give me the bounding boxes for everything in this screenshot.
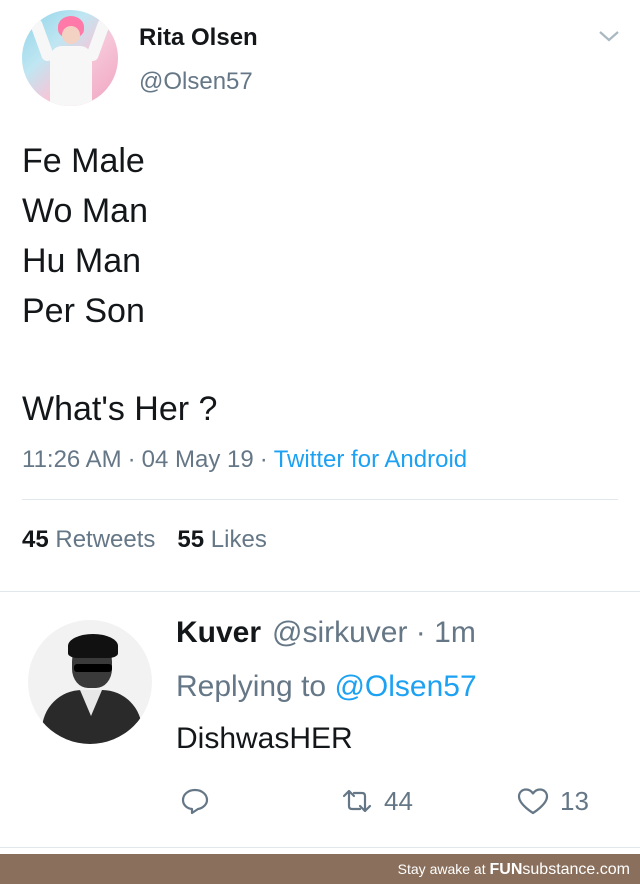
chevron-down-icon[interactable] bbox=[598, 28, 620, 44]
reply-author-name[interactable]: Kuver bbox=[176, 616, 261, 650]
replying-to: Replying to @Olsen57 bbox=[176, 670, 477, 704]
main-tweet: Rita Olsen @Olsen57 Fe Male Wo Man Hu Ma… bbox=[0, 0, 640, 592]
divider bbox=[22, 499, 618, 500]
author-handle[interactable]: @Olsen57 bbox=[139, 68, 253, 96]
tweet-date: 04 May 19 bbox=[141, 446, 254, 473]
retweet-button[interactable]: 44 bbox=[340, 784, 413, 818]
retweets-stat[interactable]: 45 Retweets bbox=[22, 526, 155, 553]
tweet-text: Fe Male Wo Man Hu Man Per Son bbox=[22, 136, 148, 336]
retweets-label: Retweets bbox=[55, 526, 156, 553]
tweet-question: What's Her ? bbox=[22, 390, 218, 428]
likes-count: 55 bbox=[177, 526, 205, 553]
author-avatar[interactable] bbox=[22, 10, 118, 106]
heart-icon bbox=[517, 788, 549, 815]
reply-icon bbox=[181, 788, 209, 815]
retweets-count: 45 bbox=[22, 526, 49, 553]
retweet-icon bbox=[342, 789, 372, 813]
tweet-stats: 45 Retweets 55 Likes bbox=[22, 526, 267, 554]
likes-label: Likes bbox=[210, 526, 267, 553]
like-button[interactable]: 13 bbox=[516, 784, 589, 818]
tweet-metadata: 11:26 AM · 04 May 19 · Twitter for Android bbox=[22, 446, 468, 473]
tweet-time: 11:26 AM bbox=[22, 446, 122, 473]
reply-tweet[interactable]: Kuver @sirkuver · 1m Replying to @Olsen5… bbox=[0, 592, 640, 854]
tweet-line: Wo Man bbox=[22, 192, 148, 230]
like-count: 13 bbox=[560, 785, 589, 816]
reply-author-avatar[interactable] bbox=[28, 620, 152, 744]
watermark-brand-rest: substance.com bbox=[522, 861, 630, 878]
watermark-brand-bold: FUN bbox=[489, 861, 523, 878]
reply-text: DishwasHER bbox=[176, 722, 353, 755]
watermark-bar: Stay awake at FUNsubstance.com bbox=[0, 854, 640, 884]
retweet-count: 44 bbox=[384, 785, 413, 816]
author-name[interactable]: Rita Olsen bbox=[139, 24, 258, 52]
replying-prefix: Replying to bbox=[176, 670, 327, 703]
watermark-text: Stay awake at bbox=[397, 861, 486, 877]
tweet-line: Hu Man bbox=[22, 242, 142, 280]
divider bbox=[0, 847, 640, 848]
replying-mention-link[interactable]: @Olsen57 bbox=[334, 670, 476, 703]
tweet-line: Fe Male bbox=[22, 142, 145, 180]
tweet-client-link[interactable]: Twitter for Android bbox=[274, 446, 467, 473]
watermark: Stay awake at FUNsubstance.com bbox=[398, 861, 630, 879]
reply-author-handle[interactable]: @sirkuver · 1m bbox=[272, 616, 476, 650]
reply-button[interactable] bbox=[180, 784, 210, 818]
tweet-line: Per Son bbox=[22, 292, 145, 330]
likes-stat[interactable]: 55 Likes bbox=[177, 526, 266, 553]
